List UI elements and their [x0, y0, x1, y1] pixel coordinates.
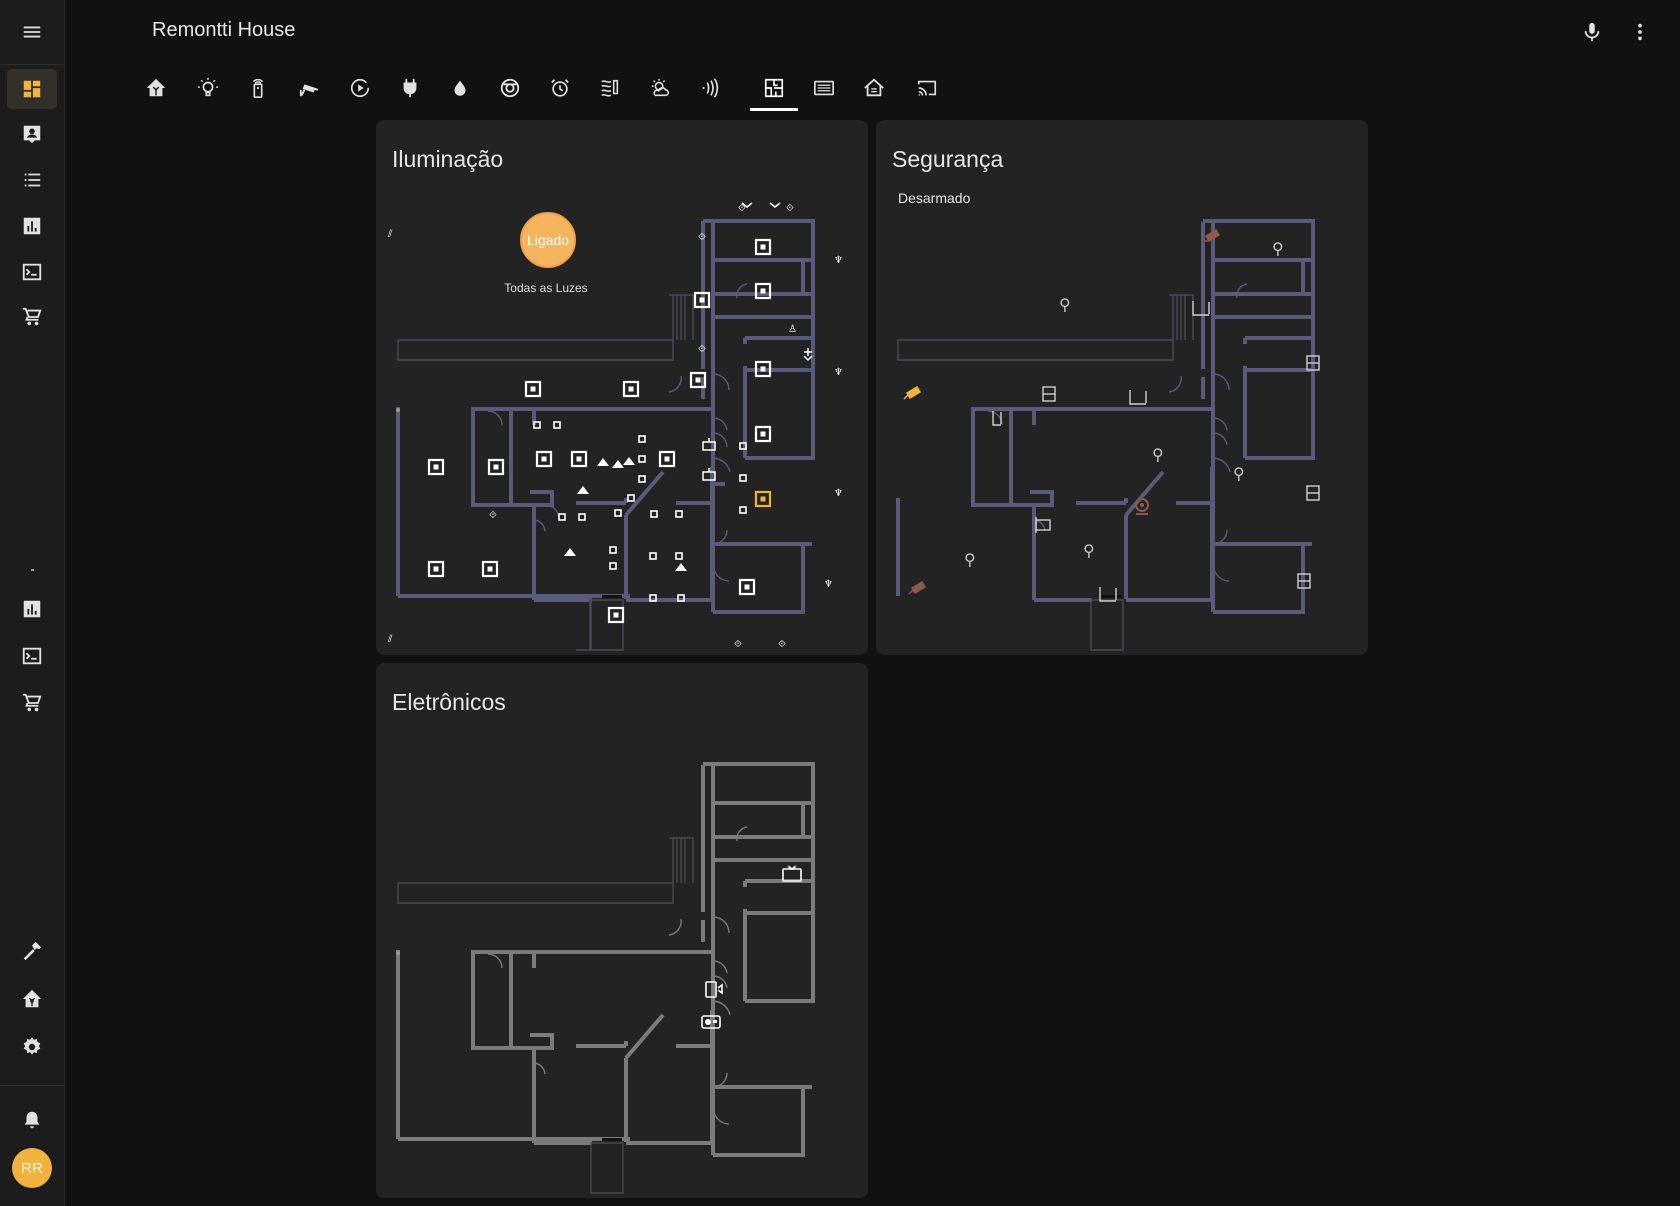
- heat-wave-icon: [601, 79, 619, 97]
- cart-icon: [22, 693, 42, 712]
- tab-alarm[interactable]: [537, 66, 583, 110]
- tab-home[interactable]: [133, 66, 179, 110]
- user-avatar[interactable]: RR: [12, 1148, 52, 1188]
- water-icon: [454, 80, 466, 96]
- sidebar-item-supervisor[interactable]: [7, 979, 57, 1019]
- chart-box-icon: [23, 600, 41, 618]
- tab-media[interactable]: [337, 66, 383, 110]
- svg-text:♆: ♆: [834, 255, 843, 266]
- sidebar-item-settings[interactable]: [7, 1027, 57, 1067]
- hammer-icon: [23, 941, 42, 961]
- svg-text:♆: ♆: [824, 579, 833, 590]
- sidebar-item-history[interactable]: [7, 206, 57, 246]
- lighting-card: Iluminação ⟐ ⟐ ⟐ ⟐ ⟐ ⟐ ⟐ ♆ ♆ ♆ ♆ ♙ ⫽ ⫽ L…: [376, 120, 868, 655]
- tab-water[interactable]: [437, 66, 483, 110]
- menu-button[interactable]: [12, 12, 52, 52]
- lightbulb-icon: [197, 77, 219, 97]
- svg-text:⚲: ⚲: [964, 550, 976, 569]
- svg-text:♆: ♆: [834, 367, 843, 378]
- svg-text:♆: ♆: [834, 488, 843, 499]
- tab-remote[interactable]: [235, 66, 281, 110]
- remote-icon: [252, 79, 264, 98]
- alarm-icon: [551, 79, 569, 97]
- sidebar-item-developer-tools[interactable]: [7, 931, 57, 971]
- tab-floor-plan[interactable]: [751, 66, 797, 110]
- svg-text:⚲: ⚲: [1083, 541, 1095, 560]
- floor-plan-security: ⚲ ⚲ ⚲ ⚲ ⚲ ⚲: [896, 219, 1320, 651]
- svg-text:⟐: ⟐: [698, 344, 706, 355]
- more-options-button[interactable]: [1620, 12, 1660, 52]
- sidebar-item-notifications[interactable]: [7, 1100, 57, 1140]
- sidebar-item-users[interactable]: [7, 114, 57, 154]
- floor-plan-lighting: ⟐ ⟐ ⟐ ⟐ ⟐ ⟐ ⟐ ♆ ♆ ♆ ♆ ♙ ⫽ ⫽: [387, 202, 843, 651]
- floor-plan-electronics: [396, 762, 815, 1194]
- tab-cameras[interactable]: [287, 66, 333, 110]
- signal-icon: [702, 78, 719, 98]
- svg-text:⟐: ⟐: [778, 639, 786, 650]
- tab-weather[interactable]: [637, 66, 683, 110]
- all-lights-label: Todas as Luzes: [504, 281, 588, 295]
- cart-icon: [22, 307, 42, 326]
- home-roof-icon: [864, 78, 884, 97]
- robot-vacuum-icon: [500, 78, 520, 98]
- power-plug-icon: [403, 78, 417, 98]
- svg-text:⟐: ⟐: [734, 639, 742, 650]
- voice-assist-button[interactable]: [1572, 12, 1612, 52]
- tab-sensors[interactable]: [687, 66, 733, 110]
- svg-text:⟐: ⟐: [786, 203, 794, 214]
- tab-vacuum[interactable]: [487, 66, 533, 110]
- console-icon: [22, 263, 42, 281]
- sidebar-item-shopping[interactable]: [7, 297, 57, 337]
- sidebar-item-logbook[interactable]: [7, 160, 57, 200]
- svg-text:⚲: ⚲: [1152, 445, 1164, 464]
- tab-network[interactable]: [801, 66, 847, 110]
- svg-text:⚲: ⚲: [1272, 239, 1284, 258]
- sidebar-item-terminal[interactable]: [7, 252, 57, 292]
- account-box-icon: [23, 125, 41, 144]
- tab-climate[interactable]: [587, 66, 633, 110]
- home-assistant-icon: [22, 989, 42, 1008]
- dots-vertical-icon: [1638, 23, 1642, 41]
- svg-text:⫽: ⫽: [387, 634, 393, 645]
- tab-lights[interactable]: [185, 66, 231, 110]
- page-title: Remontti House: [152, 19, 296, 41]
- microphone-icon: [1584, 22, 1600, 42]
- sidebar-divider-dot: [31, 569, 34, 571]
- sidebar-item-terminal-2[interactable]: [7, 636, 57, 676]
- svg-text:⫽: ⫽: [387, 229, 393, 240]
- cast-icon: [917, 80, 937, 96]
- cog-icon: [23, 1037, 41, 1055]
- cctv-icon: [299, 84, 319, 97]
- sidebar-item-shopping-2[interactable]: [7, 683, 57, 723]
- sidebar: RR: [0, 0, 65, 1206]
- bell-icon: [24, 1111, 40, 1129]
- menu-icon: [23, 26, 41, 38]
- floor-plan-icon: [764, 78, 784, 98]
- all-lights-toggle[interactable]: Ligado: [520, 212, 576, 268]
- tab-energy[interactable]: [387, 66, 433, 110]
- format-list-bulleted-icon: [24, 173, 41, 187]
- svg-text:⚲: ⚲: [1059, 295, 1071, 314]
- svg-text:⟐: ⟐: [698, 232, 706, 243]
- svg-text:⟐: ⟐: [738, 203, 746, 214]
- security-card: Segurança Desarmado ⚲ ⚲ ⚲ ⚲ ⚲ ⚲: [876, 120, 1368, 655]
- play-circle-icon: [350, 78, 370, 98]
- chart-box-icon: [23, 217, 41, 235]
- active-tab-indicator: [750, 108, 798, 111]
- weather-icon: [651, 78, 669, 97]
- sidebar-item-history-2[interactable]: [7, 589, 57, 629]
- tab-house[interactable]: [851, 66, 897, 110]
- svg-text:⟐: ⟐: [489, 510, 497, 521]
- home-assistant-icon: [146, 78, 166, 97]
- tab-cast[interactable]: [904, 66, 950, 110]
- sidebar-item-overview[interactable]: [7, 69, 57, 109]
- electronics-card: Eletrônicos: [376, 663, 868, 1198]
- svg-text:⚲: ⚲: [1233, 464, 1245, 483]
- console-icon: [22, 647, 42, 665]
- server-icon: [814, 80, 834, 96]
- view-dashboard-icon: [23, 80, 41, 98]
- svg-text:♙: ♙: [788, 324, 797, 335]
